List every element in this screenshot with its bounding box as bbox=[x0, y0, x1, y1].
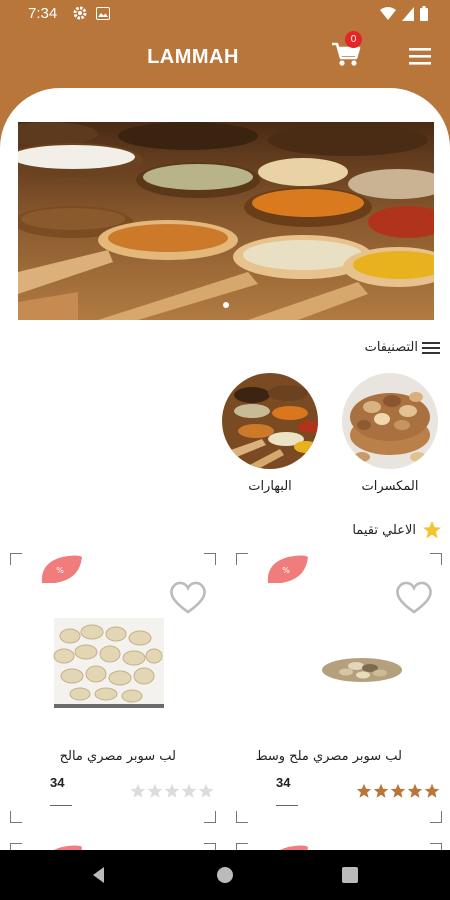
favorite-heart-icon[interactable] bbox=[394, 579, 434, 615]
banner-slider[interactable] bbox=[18, 122, 434, 320]
banner-pagination bbox=[18, 293, 434, 312]
rating-star-icon bbox=[198, 783, 214, 798]
content-sheet: التصنيفات المكسرات البهارات الاعلي تقيما… bbox=[0, 88, 450, 850]
product-price: 34 bbox=[276, 775, 291, 790]
product-price: 34 bbox=[50, 775, 65, 790]
status-time: 7:34 bbox=[28, 5, 58, 22]
settings-icon bbox=[73, 6, 87, 20]
system-navigation-bar bbox=[0, 850, 450, 900]
product-image bbox=[322, 658, 402, 682]
spices-photo-icon bbox=[222, 373, 318, 469]
image-notification-icon bbox=[96, 7, 110, 20]
discount-badge-label: % bbox=[56, 566, 64, 575]
categories-header: التصنيفات bbox=[365, 340, 440, 355]
divider bbox=[276, 805, 298, 806]
rating-star-icon bbox=[373, 783, 389, 798]
app-bar: LAMMAH 0 bbox=[0, 28, 450, 88]
menu-icon[interactable] bbox=[408, 46, 432, 66]
category-label: المكسرات bbox=[361, 479, 419, 494]
back-icon[interactable] bbox=[90, 866, 108, 884]
home-icon[interactable] bbox=[216, 866, 234, 884]
product-name: لب سوبر مصري ملح وسط bbox=[255, 749, 402, 764]
pagination-dot[interactable] bbox=[223, 302, 229, 308]
top-rated-title: الاعلي تقيما bbox=[352, 522, 416, 538]
discount-badge-icon: % bbox=[267, 555, 308, 583]
star-icon bbox=[423, 521, 441, 539]
battery-icon bbox=[420, 6, 428, 21]
discount-badge-label: % bbox=[282, 566, 290, 575]
rating-star-icon bbox=[356, 783, 372, 798]
product-rating bbox=[130, 783, 214, 799]
rating-star-icon bbox=[407, 783, 423, 798]
product-image bbox=[53, 618, 164, 708]
app-title: LAMMAH bbox=[147, 46, 239, 68]
product-card-partial[interactable] bbox=[10, 843, 216, 850]
spices-banner-image bbox=[18, 122, 434, 320]
rating-star-icon bbox=[164, 783, 180, 798]
rating-star-icon bbox=[390, 783, 406, 798]
category-nuts[interactable]: المكسرات bbox=[340, 373, 440, 494]
product-card[interactable]: % لب سوبر مصري ملح وسط 34 bbox=[236, 553, 442, 823]
nuts-photo-icon bbox=[342, 373, 438, 469]
category-label: البهارات bbox=[248, 479, 292, 494]
rating-star-icon bbox=[181, 783, 197, 798]
rating-star-icon bbox=[424, 783, 440, 798]
signal-icon bbox=[402, 6, 414, 21]
product-card-partial[interactable] bbox=[236, 843, 442, 850]
discount-badge-icon: % bbox=[41, 555, 82, 583]
status-bar: 7:34 bbox=[0, 0, 450, 28]
list-icon bbox=[422, 341, 440, 354]
rating-star-icon bbox=[130, 783, 146, 798]
rating-star-icon bbox=[147, 783, 163, 798]
categories-title: التصنيفات bbox=[364, 340, 418, 355]
wifi-icon bbox=[380, 6, 396, 20]
product-rating bbox=[356, 783, 440, 799]
top-rated-header: الاعلي تقيما bbox=[352, 520, 442, 540]
category-spices[interactable]: البهارات bbox=[220, 373, 320, 494]
cart-count-badge: 0 bbox=[345, 31, 362, 48]
divider bbox=[50, 805, 72, 806]
recents-icon[interactable] bbox=[342, 867, 358, 883]
product-card[interactable]: % لب سوبر مصري مالح 34 bbox=[10, 553, 216, 823]
product-name: لب سوبر مصري مالح bbox=[59, 749, 176, 764]
favorite-heart-icon[interactable] bbox=[168, 579, 208, 615]
